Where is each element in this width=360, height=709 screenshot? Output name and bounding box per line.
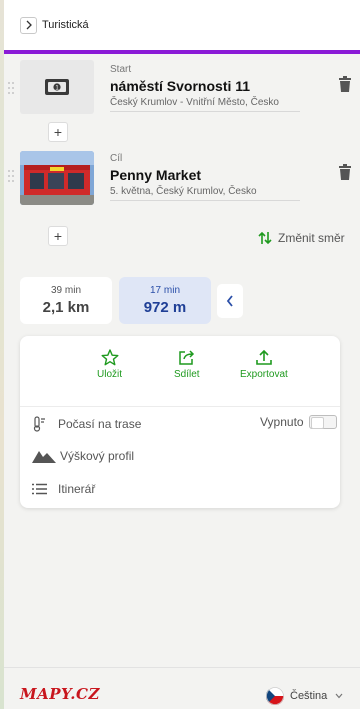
waypoint-subtitle: 5. května, Český Krumlov, Česko — [110, 186, 257, 197]
weather-row[interactable]: Počasí na trase — [32, 416, 141, 432]
delete-icon[interactable] — [338, 76, 352, 92]
card-divider — [20, 406, 340, 407]
collapse-options-button[interactable] — [217, 284, 243, 318]
mountain-icon — [32, 451, 56, 463]
save-label: Uložit — [97, 369, 123, 380]
share-button[interactable]: Sdílet — [174, 349, 200, 380]
route-option-time: 17 min — [149, 285, 180, 296]
weather-label: Počasí na trase — [58, 417, 142, 431]
waypoint-title: Penny Market — [110, 167, 202, 183]
chevron-down-icon — [335, 693, 343, 699]
drag-handle-icon[interactable] — [8, 82, 16, 94]
add-waypoint-button[interactable]: + — [48, 122, 68, 142]
route-option-distance: 2,1 km — [42, 299, 90, 316]
elevation-profile-label: Výškový profil — [60, 449, 135, 463]
export-button[interactable]: Exportovat — [240, 349, 288, 380]
mapy-cz-logo[interactable]: MAPY.CZ — [20, 685, 100, 703]
route-planner-panel: Turistická 1 Start náměstí Svornosti 11 … — [4, 0, 360, 709]
toggle-switch[interactable] — [308, 415, 337, 429]
waypoint-kind: Start — [110, 64, 132, 75]
add-waypoint-button[interactable]: + — [48, 226, 68, 246]
language-selector[interactable]: Čeština — [266, 687, 343, 705]
breadcrumb-label: Turistická — [42, 19, 89, 31]
swap-direction-button[interactable]: Změnit směr — [258, 231, 345, 245]
share-label: Sdílet — [174, 369, 200, 380]
waypoint-start-field[interactable]: Start náměstí Svornosti 11 Český Krumlov… — [110, 64, 300, 112]
export-label: Exportovat — [240, 369, 288, 380]
list-icon — [32, 483, 47, 495]
delete-icon[interactable] — [338, 164, 352, 180]
thermometer-icon — [33, 416, 45, 432]
accent-line — [4, 50, 360, 54]
route-option-2[interactable]: 17 min 972 m — [119, 277, 211, 324]
waypoint-subtitle: Český Krumlov - Vnitřní Město, Česko — [110, 97, 279, 108]
waypoint-kind: Cíl — [110, 153, 123, 164]
waypoint-title: náměstí Svornosti 11 — [110, 78, 251, 94]
route-option-time: 39 min — [50, 285, 81, 296]
chevron-right-icon — [20, 16, 37, 34]
start-thumbnail: 1 — [20, 60, 94, 114]
drag-handle-icon[interactable] — [8, 170, 16, 182]
upload-icon — [256, 349, 272, 365]
destination-photo — [20, 151, 94, 205]
weather-toggle-state: Vypnuto — [260, 415, 304, 429]
swap-direction-label: Změnit směr — [278, 231, 345, 245]
star-icon — [101, 349, 118, 366]
chevron-left-icon — [226, 295, 233, 307]
swap-arrows-icon — [258, 231, 272, 245]
route-actions: Uložit Sdílet Exportovat — [20, 349, 340, 393]
route-option-1[interactable]: 39 min 2,1 km — [20, 277, 112, 324]
language-label: Čeština — [290, 690, 328, 702]
route-type-breadcrumb[interactable]: Turistická — [20, 16, 89, 34]
czech-flag-icon — [266, 687, 284, 705]
start-flag-icon: 1 — [45, 79, 69, 95]
elevation-profile-row[interactable]: Výškový profil — [32, 449, 134, 463]
itinerary-row[interactable]: Itinerář — [32, 482, 95, 496]
weather-toggle[interactable]: Vypnuto — [260, 415, 337, 429]
share-icon — [179, 350, 194, 365]
itinerary-label: Itinerář — [58, 482, 96, 496]
top-bar: Turistická — [4, 0, 360, 50]
route-details-card: Uložit Sdílet Exportovat Počasí na trase… — [20, 336, 340, 508]
route-option-distance: 972 m — [143, 299, 187, 316]
save-button[interactable]: Uložit — [97, 349, 122, 380]
waypoint-end-field[interactable]: Cíl Penny Market 5. května, Český Krumlo… — [110, 153, 300, 201]
footer-divider — [4, 667, 360, 668]
